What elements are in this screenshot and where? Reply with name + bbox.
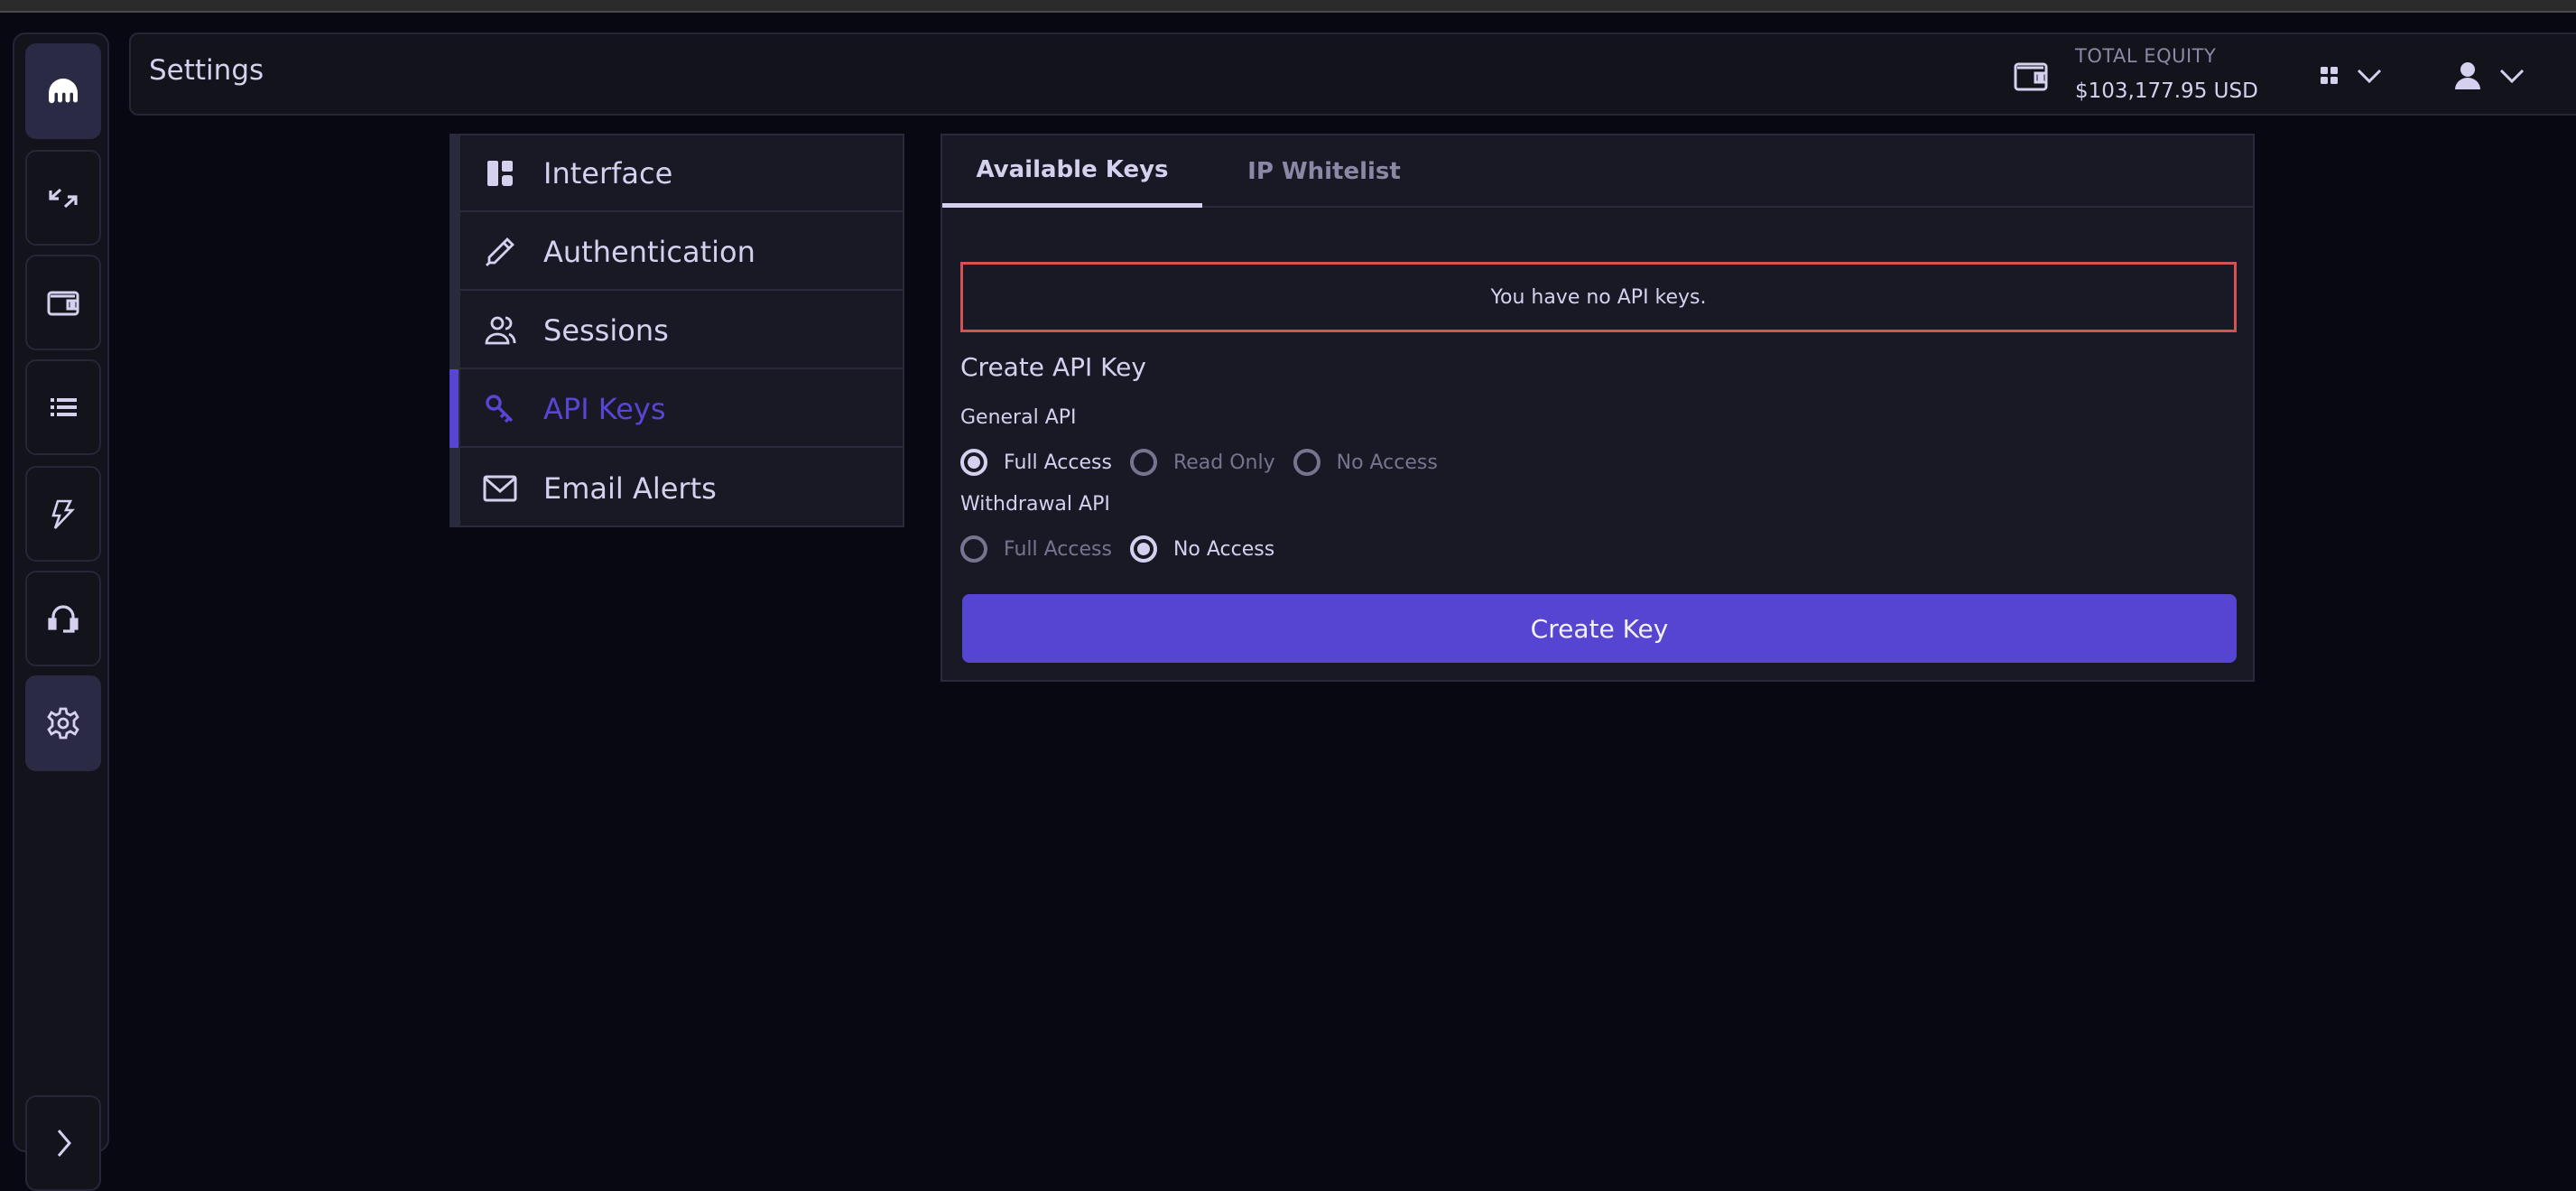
chevron-down-icon (2499, 69, 2525, 84)
radio-indicator (960, 535, 987, 563)
menu-item-label: Email Alerts (543, 470, 717, 506)
headset-icon (48, 605, 79, 633)
wallet-icon (47, 291, 79, 316)
lightning-icon (51, 499, 76, 529)
radio-label: No Access (1336, 451, 1438, 474)
menu-item-authentication[interactable]: Authentication (460, 214, 903, 291)
create-key-button[interactable]: Create Key (962, 594, 2237, 663)
users-icon (482, 312, 518, 349)
rail-support-button[interactable] (25, 571, 101, 666)
settings-menu: Interface Authentication Sessions API Ke… (449, 134, 904, 527)
radio-label: No Access (1172, 537, 1275, 561)
radio-label: Full Access (1004, 537, 1112, 561)
key-icon (482, 391, 518, 427)
chevron-down-icon (2357, 69, 2382, 84)
rail-lightning-button[interactable] (25, 466, 101, 562)
wallet-icon (2014, 62, 2048, 91)
gear-icon (47, 707, 79, 740)
menu-item-label: API Keys (543, 391, 666, 426)
tab-ip-whitelist[interactable]: IP Whitelist (1202, 135, 1446, 208)
menu-item-interface[interactable]: Interface (460, 135, 903, 212)
general-api-options: Full Access Read Only No Access (960, 449, 1456, 476)
layout-icon (482, 155, 518, 191)
rail-trade-button[interactable] (25, 150, 101, 246)
radio-label: Read Only (1172, 451, 1275, 474)
api-keys-panel: Available Keys IP Whitelist You have no … (941, 134, 2255, 682)
browser-top-strip (0, 0, 2576, 13)
mail-icon (482, 470, 518, 507)
total-equity-label: TOTAL EQUITY (2075, 45, 2217, 67)
withdrawal-api-options: Full Access No Access (960, 535, 1293, 563)
general-no-access-radio[interactable]: No Access (1293, 449, 1438, 476)
radio-indicator (1129, 449, 1157, 476)
no-keys-alert: You have no API keys. (960, 262, 2237, 332)
withdrawal-api-label: Withdrawal API (960, 493, 1110, 516)
withdrawal-no-access-radio[interactable]: No Access (1129, 535, 1275, 563)
rail-settings-button[interactable] (25, 675, 101, 771)
menu-item-label: Sessions (543, 312, 669, 348)
radio-label: Full Access (1004, 451, 1112, 474)
total-equity-value: $103,177.95 USD (2075, 79, 2258, 103)
withdrawal-full-access-radio[interactable]: Full Access (960, 535, 1112, 563)
radio-indicator (1129, 535, 1157, 563)
tab-available-keys[interactable]: Available Keys (942, 135, 1202, 208)
grid-icon (2321, 67, 2338, 84)
menu-item-email-alerts[interactable]: Email Alerts (460, 450, 903, 526)
create-api-key-title: Create API Key (960, 352, 1146, 382)
kraken-logo-icon (49, 79, 78, 104)
top-header: Settings TOTAL EQUITY $103,177.95 USD (129, 33, 2576, 116)
rail-home-button[interactable] (25, 43, 101, 139)
expand-chevron-icon (57, 1130, 71, 1157)
trade-arrows-icon (49, 188, 78, 209)
radio-indicator (960, 449, 987, 476)
menu-item-label: Interface (543, 155, 673, 191)
user-icon (2455, 62, 2480, 89)
general-api-label: General API (960, 406, 1077, 429)
left-nav-rail (13, 33, 109, 1191)
rail-expand-button[interactable] (25, 1095, 101, 1191)
rail-orders-button[interactable] (25, 359, 101, 455)
tab-bar: Available Keys IP Whitelist (942, 135, 2253, 208)
page-title: Settings (149, 54, 264, 87)
menu-item-sessions[interactable]: Sessions (460, 293, 903, 369)
rail-wallet-button[interactable] (25, 255, 101, 350)
radio-indicator (1293, 449, 1320, 476)
menu-item-api-keys[interactable]: API Keys (449, 369, 903, 448)
pen-icon (482, 234, 518, 270)
general-read-only-radio[interactable]: Read Only (1129, 449, 1275, 476)
menu-item-label: Authentication (543, 234, 755, 269)
account-menu-button[interactable] (2454, 54, 2525, 98)
general-full-access-radio[interactable]: Full Access (960, 449, 1112, 476)
list-icon (51, 398, 77, 416)
apps-menu-button[interactable] (2321, 54, 2382, 98)
